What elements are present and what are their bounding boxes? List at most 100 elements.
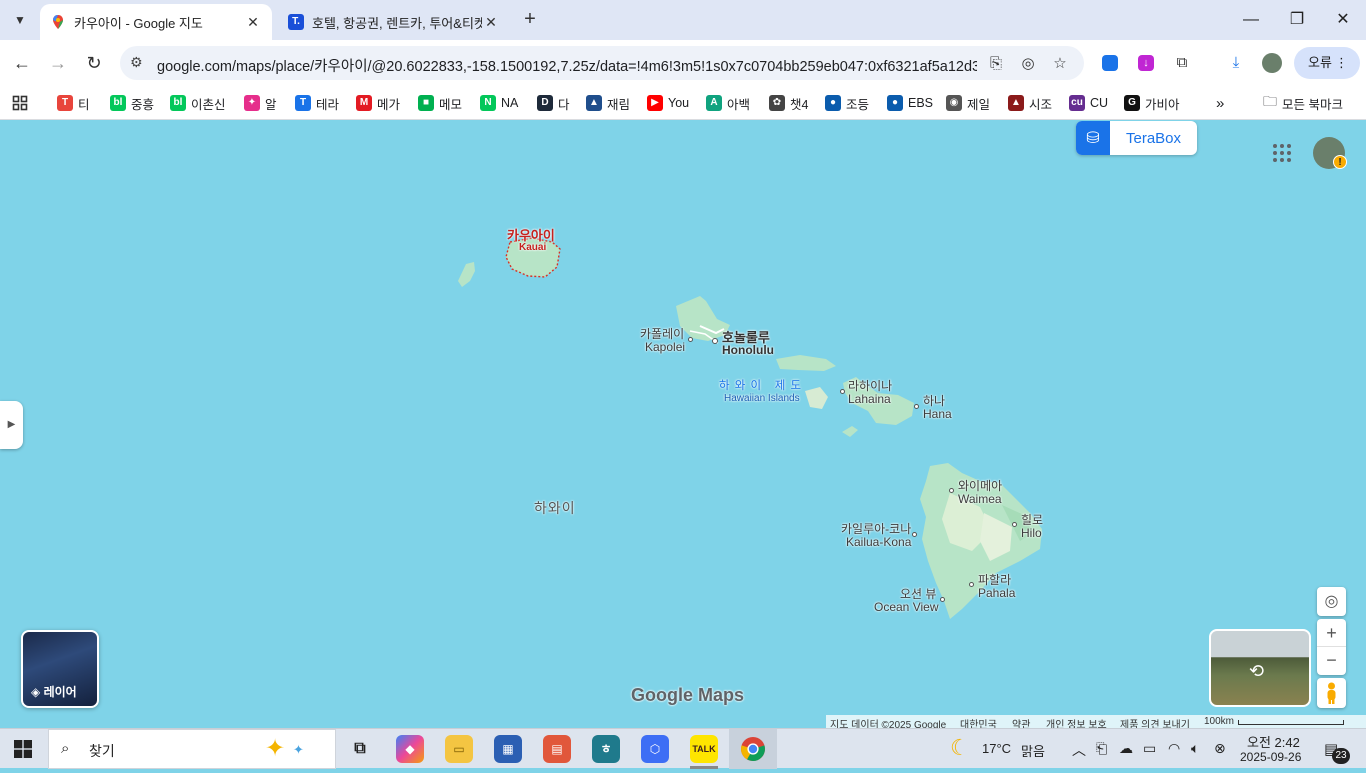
bookmark-item[interactable]: ◉ 제일 <box>946 92 990 114</box>
install-app-icon[interactable]: ⎘ <box>986 54 1006 74</box>
zoom-in-button[interactable]: + <box>1317 619 1346 647</box>
ocean-view-marker[interactable] <box>940 597 945 602</box>
weather-temperature[interactable]: 17°C <box>982 741 1011 756</box>
onedrive-icon[interactable]: ☁ <box>1119 740 1133 757</box>
close-icon[interactable]: ✕ <box>482 14 500 31</box>
back-button[interactable]: ← <box>8 49 36 77</box>
bookmark-item[interactable]: ✿ 챗4 <box>769 92 808 114</box>
street-view-preview[interactable]: ⟲ <box>1209 629 1311 707</box>
download-extension-icon[interactable]: ↓ <box>1135 52 1157 74</box>
hilo-marker[interactable] <box>1012 522 1017 527</box>
waimea-marker[interactable] <box>949 488 954 493</box>
kakaotalk-icon[interactable]: TALK <box>690 735 718 763</box>
honolulu-label-en[interactable]: Honolulu <box>722 343 774 357</box>
eye-off-icon[interactable]: ◎ <box>1018 54 1038 74</box>
new-tab-button[interactable]: + <box>518 8 542 32</box>
bookmark-favicon-icon: G <box>1124 95 1140 111</box>
restore-button[interactable]: ❐ <box>1274 6 1320 34</box>
no-entry-icon[interactable]: ⊗ <box>1214 740 1226 757</box>
tab-search-button[interactable]: ▼ <box>6 6 34 34</box>
pahala-marker[interactable] <box>969 582 974 587</box>
bookmarks-overflow-button[interactable]: » <box>1216 92 1224 114</box>
bookmark-item[interactable]: T 테라 <box>295 92 339 114</box>
bookmark-item[interactable]: N NA <box>480 92 518 114</box>
site-info-icon[interactable]: ⚙ <box>130 54 148 72</box>
task-view-icon[interactable]: ⧉ <box>346 735 374 763</box>
wifi-icon[interactable]: ◠ <box>1168 740 1180 757</box>
bookmark-item[interactable]: M 메가 <box>356 92 400 114</box>
all-bookmarks-button[interactable]: 🗀 모든 북마크 <box>1263 92 1343 114</box>
bookmark-item[interactable]: cu CU <box>1069 92 1108 114</box>
bookmark-item[interactable]: T티 <box>57 92 90 114</box>
bookmark-item[interactable]: G 가비아 <box>1124 92 1180 114</box>
hexagon-app-icon[interactable]: ⬡ <box>641 735 669 763</box>
kailua-kona-label-en[interactable]: Kailua-Kona <box>846 535 911 549</box>
zoom-out-button[interactable]: − <box>1317 647 1346 675</box>
bookmark-item[interactable]: ▶ You <box>647 92 689 114</box>
profile-error-button[interactable]: 오류 ⋮ <box>1294 47 1360 79</box>
puzzle-icon[interactable]: ⧉ <box>1171 52 1193 74</box>
ocean-view-label-en[interactable]: Ocean View <box>874 600 938 614</box>
terabox-extension-icon[interactable] <box>1099 52 1121 74</box>
lahaina-marker[interactable] <box>840 389 845 394</box>
map-canvas[interactable]: 카우아이 Kauai 카폴레이 Kapolei 호놀룰루 Honolulu 하 … <box>0 121 1366 729</box>
bookmark-item[interactable]: D다 <box>537 92 570 114</box>
pahala-label-en[interactable]: Pahala <box>978 586 1015 600</box>
hana-label-en[interactable]: Hana <box>923 407 952 421</box>
bookmark-item[interactable]: ▲ 재림 <box>586 92 630 114</box>
bookmark-item[interactable]: ■ 메모 <box>418 92 462 114</box>
bookmark-item[interactable]: A 아백 <box>706 92 750 114</box>
address-bar[interactable]: ⚙ google.com/maps/place/카우아이/@20.6022833… <box>120 46 1084 80</box>
hangul-icon[interactable]: ㅎ <box>592 735 620 763</box>
forward-button[interactable]: → <box>44 49 72 77</box>
close-window-button[interactable]: ✕ <box>1320 6 1366 34</box>
pegman-button[interactable] <box>1317 678 1346 708</box>
bookmark-item[interactable]: ✦ 알 <box>244 92 277 114</box>
apps-icon[interactable] <box>12 92 28 114</box>
reload-button[interactable]: ↻ <box>80 49 108 77</box>
layers-button[interactable]: ◈ 레이어 <box>21 630 99 708</box>
bookmark-item[interactable]: ● EBS <box>887 92 933 114</box>
profile-avatar[interactable] <box>1261 52 1283 74</box>
honolulu-marker[interactable] <box>712 338 718 344</box>
speaker-icon[interactable]: 🔈︎ <box>1191 740 1199 757</box>
tab-google-maps[interactable]: 카우아이 - Google 지도 ✕ <box>40 4 272 40</box>
battery-icon[interactable]: ▭ <box>1143 740 1156 757</box>
scale-label[interactable]: 100km <box>1204 716 1234 727</box>
kapolei-label-en[interactable]: Kapolei <box>645 340 685 354</box>
clock-date[interactable]: 2025-09-26 <box>1240 750 1301 764</box>
url-text[interactable]: google.com/maps/place/카우아이/@20.6022833,-… <box>157 55 977 76</box>
weather-description[interactable]: 맑음 <box>1021 741 1045 760</box>
kapolei-marker[interactable] <box>688 337 693 342</box>
waimea-label-en[interactable]: Waimea <box>958 492 1002 506</box>
file-explorer-icon[interactable]: ▭ <box>445 735 473 763</box>
kauai-label-en[interactable]: Kauai <box>519 242 546 253</box>
clock-time[interactable]: 오전 2:42 <box>1247 732 1300 751</box>
copilot-icon[interactable]: ◆ <box>396 735 424 763</box>
lahaina-label-en[interactable]: Lahaina <box>848 392 891 406</box>
expand-side-panel-button[interactable]: ▶ <box>0 401 23 449</box>
usb-icon[interactable]: ⎗ <box>1096 740 1107 757</box>
bookmark-item[interactable]: bl 이촌신 <box>170 92 226 114</box>
google-apps-icon[interactable] <box>1272 143 1292 163</box>
download-icon[interactable]: ⤓ <box>1225 52 1247 74</box>
taskbar-search[interactable]: ⌕ 찾기 ✦ ✦ <box>48 729 336 769</box>
minimize-button[interactable]: — <box>1228 6 1274 34</box>
kailua-kona-marker[interactable] <box>912 532 917 537</box>
windows-start-icon[interactable] <box>14 740 32 758</box>
close-icon[interactable]: ✕ <box>244 14 262 31</box>
tab-travel[interactable]: T. 호텔, 항공권, 렌트카, 투어&티켓 ✕ <box>278 4 510 40</box>
chevron-up-icon[interactable]: ︿ <box>1072 740 1086 760</box>
hilo-label-en[interactable]: Hilo <box>1021 526 1042 540</box>
star-icon[interactable]: ☆ <box>1050 54 1070 74</box>
bookmark-item[interactable]: ▲ 시조 <box>1008 92 1052 114</box>
bookmark-item[interactable]: bl 중흥 <box>110 92 154 114</box>
terabox-button[interactable]: ⛁ TeraBox <box>1076 121 1197 155</box>
microsoft-store-icon[interactable]: ▦ <box>494 735 522 763</box>
my-location-button[interactable]: ◎ <box>1317 587 1346 616</box>
hana-marker[interactable] <box>914 404 919 409</box>
moon-weather-icon[interactable]: ☾ <box>950 735 970 761</box>
bookmark-item[interactable]: ● 조등 <box>825 92 869 114</box>
chrome-icon[interactable] <box>739 735 767 763</box>
presentation-app-icon[interactable]: ▤ <box>543 735 571 763</box>
